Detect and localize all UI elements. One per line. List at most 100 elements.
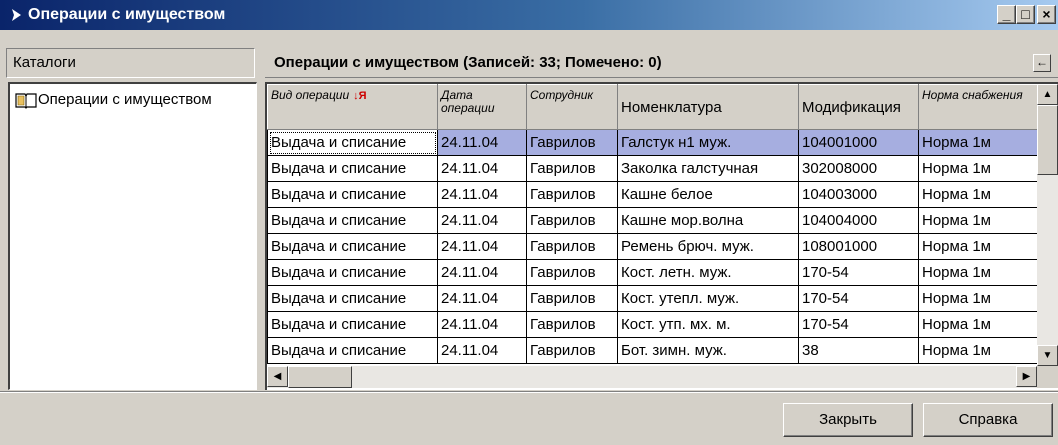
table-cell[interactable]: 104001000 — [798, 129, 919, 156]
table-cell[interactable]: Норма 1м — [918, 181, 1038, 208]
table-cell[interactable]: 24.11.04 — [437, 155, 527, 182]
table-cell[interactable]: 24.11.04 — [437, 233, 527, 260]
scroll-corner — [1037, 366, 1058, 388]
horizontal-scroll-thumb[interactable] — [288, 366, 352, 388]
column-header-label: Модификация — [802, 98, 901, 116]
table-cell[interactable]: Норма 1м — [918, 311, 1038, 338]
table-cell[interactable]: Норма 1м — [918, 285, 1038, 312]
table-cell[interactable]: Выдача и списание — [267, 155, 438, 182]
maximize-button[interactable]: □ — [1016, 5, 1035, 24]
table-cell[interactable]: 24.11.04 — [437, 285, 527, 312]
table-cell[interactable]: 24.11.04 — [437, 181, 527, 208]
table-cell[interactable]: 170-54 — [798, 259, 919, 286]
horizontal-scrollbar[interactable]: ◀ ▶ — [267, 366, 1037, 388]
table-cell[interactable]: Кашне мор.волна — [617, 207, 799, 234]
sort-az-icon: ↓Я — [353, 90, 367, 102]
collapse-panel-button[interactable]: ← — [1033, 54, 1051, 72]
column-header[interactable]: Номенклатура — [617, 84, 799, 130]
table-cell[interactable]: 108001000 — [798, 233, 919, 260]
grid-caption: Операции с имуществом (Записей: 33; Поме… — [274, 54, 662, 71]
table-cell[interactable]: Выдача и списание — [267, 181, 438, 208]
table-cell[interactable]: 24.11.04 — [437, 207, 527, 234]
table-cell[interactable]: Гаврилов — [526, 233, 618, 260]
table-cell[interactable]: Норма 1м — [918, 233, 1038, 260]
table-cell[interactable]: 24.11.04 — [437, 337, 527, 364]
table-cell[interactable]: Норма 1м — [918, 259, 1038, 286]
table-cell[interactable]: 302008000 — [798, 155, 919, 182]
table-row[interactable]: Выдача и списание 24.11.04 Гаврилов Заколка… — [267, 155, 1038, 182]
table-cell[interactable]: 104004000 — [798, 207, 919, 234]
table-row[interactable]: Выдача и списание 24.11.04 Гаврилов Кост. у… — [267, 285, 1038, 312]
table-body: Выдача и списание 24.11.04 Гаврилов Галстук… — [267, 129, 1038, 364]
vertical-scroll-thumb[interactable] — [1037, 105, 1058, 175]
column-header-label: Норма снабжения — [922, 88, 1023, 102]
table-cell[interactable]: 24.11.04 — [437, 259, 527, 286]
table-cell[interactable]: 38 — [798, 337, 919, 364]
table-cell[interactable]: Гаврилов — [526, 285, 618, 312]
table-cell[interactable]: Норма 1м — [918, 129, 1038, 156]
table-cell[interactable]: 24.11.04 — [437, 129, 527, 156]
table-cell[interactable]: Кост. летн. муж. — [617, 259, 799, 286]
column-header-label: Вид операции — [271, 88, 350, 102]
column-header[interactable]: Норма снабжения — [918, 84, 1038, 130]
table-cell[interactable]: Гаврилов — [526, 129, 618, 156]
table-cell[interactable]: Выдача и списание — [267, 129, 438, 156]
scroll-up-icon[interactable]: ▲ — [1037, 84, 1058, 105]
help-button[interactable]: Справка — [923, 403, 1053, 437]
table-cell[interactable]: 170-54 — [798, 285, 919, 312]
column-header[interactable]: Вид операции ↓Я — [267, 84, 438, 130]
table-cell[interactable]: Галстук н1 муж. — [617, 129, 799, 156]
table-row[interactable]: Выдача и списание 24.11.04 Гаврилов Кост. л… — [267, 259, 1038, 286]
table-cell[interactable]: Выдача и списание — [267, 285, 438, 312]
table-cell[interactable]: Кост. утп. мх. м. — [617, 311, 799, 338]
close-window-button[interactable]: × — [1037, 5, 1056, 24]
table-cell[interactable]: Выдача и списание — [267, 233, 438, 260]
data-table: Вид операции ↓Я Дата операции Сотрудник Н… — [267, 84, 1038, 364]
scroll-left-icon[interactable]: ◀ — [267, 366, 288, 387]
table-cell[interactable]: Кашне белое — [617, 181, 799, 208]
divider — [0, 392, 1058, 393]
column-header[interactable]: Модификация — [798, 84, 919, 130]
table-cell[interactable]: 24.11.04 — [437, 311, 527, 338]
column-header[interactable]: Дата операции — [437, 84, 527, 130]
table-cell[interactable]: Норма 1м — [918, 337, 1038, 364]
column-header-label: Номенклатура — [621, 98, 722, 116]
table-cell[interactable]: Бот. зимн. муж. — [617, 337, 799, 364]
table-cell[interactable]: Кост. утепл. муж. — [617, 285, 799, 312]
column-header[interactable]: Сотрудник — [526, 84, 618, 130]
table-row[interactable]: Выдача и списание 24.11.04 Гаврилов Ремень … — [267, 233, 1038, 260]
table-row[interactable]: Выдача и списание 24.11.04 Гаврилов Галстук… — [267, 129, 1038, 156]
table-row[interactable]: Выдача и списание 24.11.04 Гаврилов Бот. зи… — [267, 337, 1038, 364]
table-cell[interactable]: Гаврилов — [526, 181, 618, 208]
minimize-button[interactable]: _ — [997, 5, 1016, 24]
table-cell[interactable]: Гаврилов — [526, 155, 618, 182]
table-cell[interactable]: Выдача и списание — [267, 259, 438, 286]
table-cell[interactable]: Выдача и списание — [267, 311, 438, 338]
operations-grid[interactable]: Вид операции ↓Я Дата операции Сотрудник Н… — [265, 82, 1058, 390]
table-cell[interactable]: 170-54 — [798, 311, 919, 338]
title-bar[interactable]: Операции с имуществом _ □ × — [0, 0, 1058, 30]
close-button[interactable]: Закрыть — [783, 403, 913, 437]
table-cell[interactable]: Гаврилов — [526, 311, 618, 338]
table-cell[interactable]: Гаврилов — [526, 337, 618, 364]
table-cell[interactable]: Ремень брюч. муж. — [617, 233, 799, 260]
table-cell[interactable]: Выдача и списание — [267, 337, 438, 364]
scroll-right-icon[interactable]: ▶ — [1016, 366, 1037, 387]
table-cell[interactable]: Гаврилов — [526, 207, 618, 234]
book-icon — [15, 93, 37, 109]
table-cell[interactable]: Норма 1м — [918, 155, 1038, 182]
table-cell[interactable]: Выдача и списание — [267, 207, 438, 234]
table-row[interactable]: Выдача и списание 24.11.04 Гаврилов Кост. у… — [267, 311, 1038, 338]
table-cell[interactable]: Норма 1м — [918, 207, 1038, 234]
vertical-scrollbar[interactable]: ▲ ▼ — [1037, 84, 1058, 366]
table-cell[interactable]: Гаврилов — [526, 259, 618, 286]
table-row[interactable]: Выдача и списание 24.11.04 Гаврилов Кашне б… — [267, 181, 1038, 208]
catalogs-header: Каталоги — [6, 48, 255, 78]
main-window: Операции с имуществом _ □ × Каталоги Опе… — [0, 0, 1058, 445]
scroll-down-icon[interactable]: ▼ — [1037, 345, 1058, 366]
table-cell[interactable]: 104003000 — [798, 181, 919, 208]
table-row[interactable]: Выдача и списание 24.11.04 Гаврилов Кашне м… — [267, 207, 1038, 234]
table-cell[interactable]: Заколка галстучная — [617, 155, 799, 182]
header-row: Вид операции ↓Я Дата операции Сотрудник Н… — [267, 84, 1038, 130]
catalog-tree[interactable]: Операции с имуществом — [8, 82, 257, 390]
